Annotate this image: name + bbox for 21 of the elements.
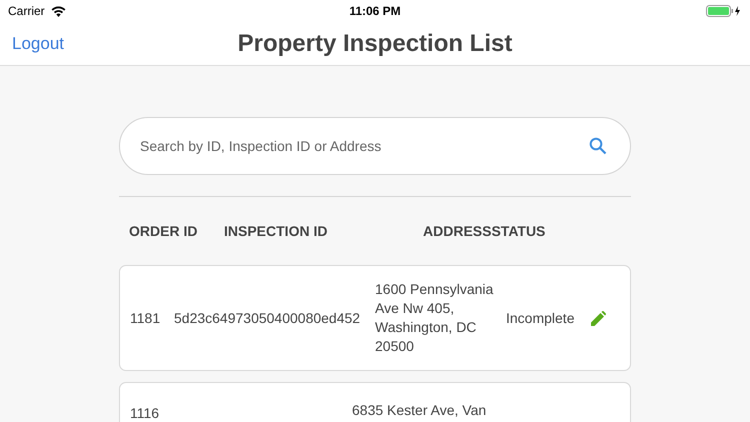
pencil-icon[interactable] xyxy=(590,309,608,327)
table-cell-text: 1116 xyxy=(130,405,160,421)
clock-time: 11:06 PM xyxy=(349,4,401,18)
row-card[interactable]: 1181 5d23c64973050400080ed452 1600 Pennsylvania Ave Nw 405, Washington, DC 20500 Incomplete xyxy=(119,265,631,371)
wifi-icon xyxy=(50,6,66,16)
search-icon[interactable] xyxy=(589,137,607,155)
column-header: INSPECTION ID xyxy=(224,223,328,239)
column-header: ADDRESS xyxy=(423,223,492,239)
table-cell-text: 6835 Kester Ave, Van xyxy=(352,401,488,420)
battery-icon xyxy=(706,5,742,17)
page-title: Property Inspection List xyxy=(238,30,512,58)
column-header: ORDER ID xyxy=(129,223,198,239)
search-field[interactable]: Search by ID, Inspection ID or Address xyxy=(119,117,631,175)
logout-link[interactable]: Logout xyxy=(12,34,64,54)
column-header: STATUS xyxy=(491,223,546,239)
table-cell-text: 1181 xyxy=(130,310,162,326)
table-cell-text: 5d23c64973050400080ed452 xyxy=(174,310,362,326)
table-cell-text: 1600 Pennsylvania Ave Nw 405, Washington, DC 20500 xyxy=(375,280,494,356)
row-card[interactable]: 1116 6835 Kester Ave, Van xyxy=(119,382,631,422)
carrier-label: Carrier xyxy=(8,4,45,18)
table-cell-text: Incomplete xyxy=(506,310,576,326)
